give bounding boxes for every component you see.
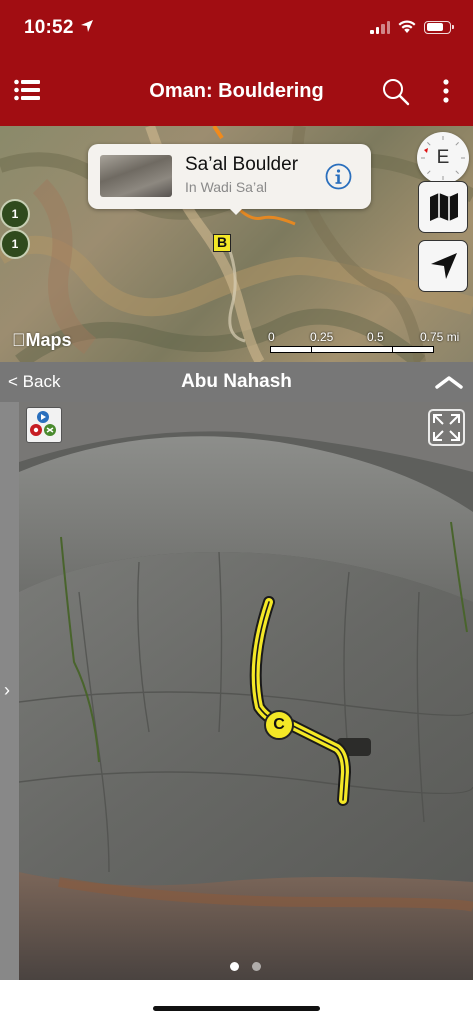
scale-label: 0.5	[367, 330, 384, 344]
more-vertical-icon[interactable]	[438, 79, 454, 103]
compass-heading: E	[436, 147, 450, 168]
location-callout[interactable]: Sa’al Boulder In Wadi Sa’al	[88, 144, 371, 209]
wifi-icon	[398, 20, 416, 33]
fullscreen-button[interactable]	[428, 409, 465, 446]
status-time: 10:52	[24, 17, 74, 38]
status-indicators	[370, 20, 454, 34]
route-label[interactable]: C	[264, 710, 294, 740]
problem-header: < Back Abu Nahash	[0, 362, 473, 402]
boulder-photo[interactable]: C	[19, 402, 473, 980]
search-icon[interactable]	[381, 77, 411, 107]
fullscreen-icon	[433, 414, 460, 441]
map-scale-bar: 0 0.25 0.5 0.75 mi	[268, 330, 468, 358]
problem-title: Abu Nahash	[181, 371, 292, 392]
compass-button[interactable]: E	[417, 132, 469, 184]
map-layers-icon	[430, 193, 458, 221]
area-marker-b[interactable]: B	[213, 234, 231, 252]
cluster-marker[interactable]: 1	[0, 199, 30, 229]
map-layers-button[interactable]	[418, 181, 468, 233]
info-icon[interactable]	[325, 163, 352, 190]
navigation-arrow-icon	[431, 253, 457, 279]
scale-label: 0.25	[310, 330, 334, 344]
app-header: 10:52 Oman: Bouldering	[0, 0, 473, 126]
side-panel-toggle[interactable]: ›	[0, 402, 19, 980]
scale-bar	[270, 346, 434, 353]
location-arrow-icon	[81, 20, 93, 32]
scale-label: 0	[268, 330, 275, 344]
callout-subtitle: In Wadi Sa’al	[185, 179, 267, 195]
locate-me-button[interactable]	[418, 240, 468, 292]
callout-pointer	[227, 206, 245, 215]
cellular-signal-icon	[370, 20, 390, 34]
page-dot-active[interactable]	[230, 962, 239, 971]
callout-title: Sa’al Boulder	[185, 154, 299, 175]
cluster-marker[interactable]: 1	[0, 229, 30, 259]
page-dot[interactable]	[252, 962, 261, 971]
battery-icon	[424, 20, 454, 34]
boulder-image	[19, 402, 473, 980]
home-indicator	[153, 1006, 320, 1011]
grade-legend-icon[interactable]	[26, 407, 62, 443]
photo-page-indicator	[210, 960, 270, 972]
scale-label: 0.75 mi	[420, 330, 460, 344]
boulder-thumbnail	[100, 155, 172, 197]
apple-logo-icon: 	[12, 330, 26, 350]
legend-symbols	[30, 411, 56, 436]
chevron-up-icon[interactable]	[434, 374, 464, 390]
chevron-right-icon: ›	[4, 680, 10, 700]
maps-attribution: Maps	[12, 330, 72, 351]
battery-fill	[426, 23, 443, 31]
maps-attribution-label: Maps	[12, 330, 72, 350]
